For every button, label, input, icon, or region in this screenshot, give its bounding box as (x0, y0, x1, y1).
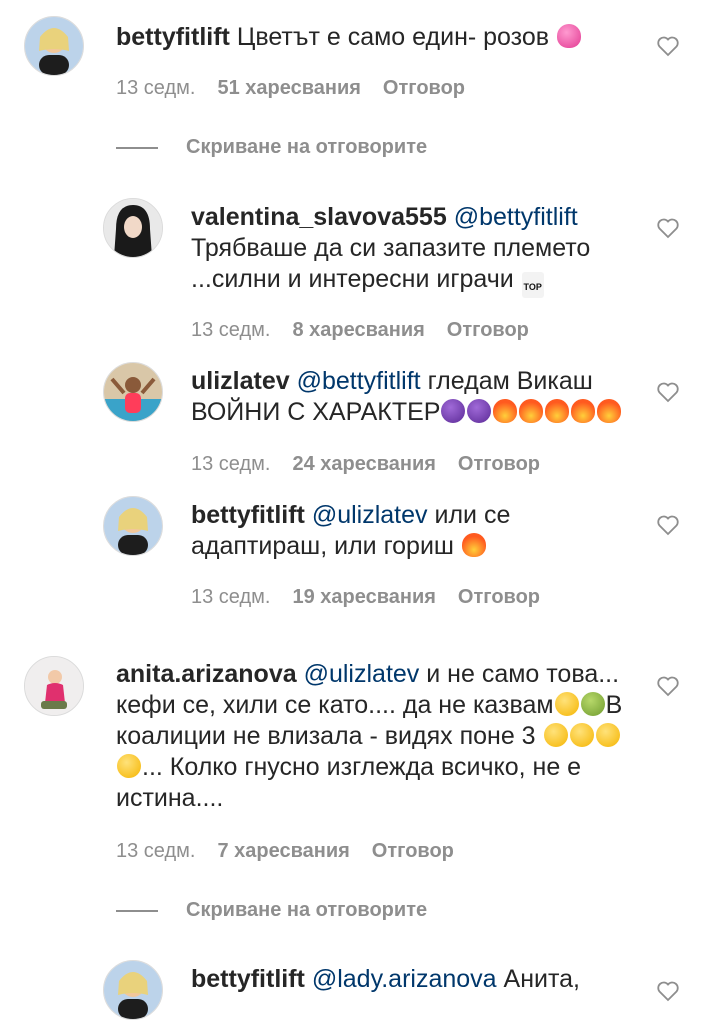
reply-button[interactable]: Отговор (458, 586, 540, 609)
comment-text: bettyfitlift @ulizlatev или се адаптираш… (191, 500, 510, 562)
comment-body-line: адаптираш, или гориш (191, 532, 454, 560)
comment-body-line: истина.... (116, 784, 224, 812)
comment-body-line: ВОЙНИ С ХАРАКТЕР (191, 398, 441, 426)
fire-icon (571, 399, 596, 423)
mention-link[interactable]: @bettyfitlift (454, 203, 578, 231)
confused-face-icon (543, 723, 568, 747)
mention-link[interactable]: @bettyfitlift (297, 367, 421, 395)
comment-time: 13 седм. (116, 77, 196, 99)
likes-count[interactable]: 8 харесвания (292, 319, 424, 342)
reply-button[interactable]: Отговор (372, 840, 454, 863)
top-arrow-icon: TOP (521, 272, 544, 298)
comment-text: ulizlatev @bettyfitlift гледам Викаш ВОЙ… (191, 366, 622, 428)
hide-replies-label: Скриване на отговорите (186, 136, 428, 158)
comment-time: 13 седм. (116, 840, 196, 862)
fire-icon (545, 399, 570, 423)
comment-username[interactable]: ulizlatev (191, 367, 290, 395)
comment-username[interactable]: bettyfitlift (191, 501, 305, 529)
comment-meta: 13 седм. 7 харесвания Отговор (116, 840, 454, 863)
comment-text: bettyfitlift Цветът е само един- розов (116, 22, 582, 53)
hide-replies-button[interactable]: Скриване на отговорите (116, 899, 427, 922)
heart-icon[interactable] (656, 217, 680, 239)
heart-icon[interactable] (656, 35, 680, 57)
hide-replies-label: Скриване на отговорите (186, 899, 428, 921)
confused-face-icon (117, 754, 141, 778)
comment-time: 13 седм. (191, 453, 271, 475)
confused-face-icon (569, 723, 594, 747)
comment-body-line: и не само това... (426, 660, 620, 688)
devil-icon (467, 399, 492, 423)
avatar[interactable] (24, 16, 84, 76)
comment-body-line: ... Колко гнусно изглежда всичко, не е (142, 753, 582, 781)
comment-body-line: гледам Викаш (427, 367, 593, 395)
comment-username[interactable]: bettyfitlift (116, 23, 230, 51)
comment-text: bettyfitlift @lady.arizanova Анита, (191, 964, 580, 995)
likes-count[interactable]: 7 харесвания (217, 840, 349, 863)
fire-icon (461, 533, 486, 557)
avatar[interactable] (103, 960, 163, 1020)
comment-text: anita.arizanova @ulizlatev и не само тов… (116, 659, 622, 814)
comment-body-line: В (605, 691, 623, 719)
comment-body-line: ...силни и интересни играчи (191, 265, 514, 293)
avatar[interactable] (103, 198, 163, 258)
comment-time: 13 седм. (191, 319, 271, 341)
mention-link[interactable]: @ulizlatev (304, 660, 420, 688)
heart-icon[interactable] (656, 381, 680, 403)
mention-link[interactable]: @lady.arizanova (312, 965, 497, 993)
comment-username[interactable]: valentina_slavova555 (191, 203, 447, 231)
likes-count[interactable]: 51 харесвания (217, 77, 360, 100)
mention-link[interactable]: @ulizlatev (312, 501, 428, 529)
comment-body: Цветът е само един- розов (236, 23, 550, 51)
comment-body-line: или се (434, 501, 511, 529)
avatar[interactable] (24, 656, 84, 716)
heart-icon[interactable] (656, 514, 680, 536)
fire-icon (597, 399, 622, 423)
comment-username[interactable]: bettyfitlift (191, 965, 305, 993)
comment-body-line: кефи се, хили се като.... да не казвам (116, 691, 554, 719)
reply-button[interactable]: Отговор (458, 453, 540, 476)
fire-icon (493, 399, 518, 423)
reply-button[interactable]: Отговор (447, 319, 529, 342)
comment-body-line: Трябваше да си запазите племето (191, 234, 591, 262)
comment-body-line: коалиции не влизала - видях поне 3 (116, 722, 536, 750)
sparkling-heart-icon (557, 24, 581, 48)
comment-meta: 13 седм. 8 харесвания Отговор (191, 319, 529, 342)
confused-face-icon (595, 723, 620, 747)
devil-icon (441, 399, 466, 423)
comment-meta: 13 седм. 24 харесвания Отговор (191, 453, 540, 476)
heart-icon[interactable] (656, 675, 680, 697)
likes-count[interactable]: 19 харесвания (292, 586, 435, 609)
comment-username[interactable]: anita.arizanova (116, 660, 297, 688)
comment-meta: 13 седм. 19 харесвания Отговор (191, 586, 540, 609)
comment-meta: 13 седм. 51 харесвания Отговор (116, 77, 465, 100)
confused-face-icon (554, 692, 579, 716)
comment-body-line: Анита, (503, 965, 580, 993)
hide-replies-button[interactable]: Скриване на отговорите (116, 136, 427, 159)
divider (116, 146, 158, 149)
avatar[interactable] (103, 496, 163, 556)
comment-time: 13 седм. (191, 586, 271, 608)
reply-button[interactable]: Отговор (383, 77, 465, 100)
fire-icon (519, 399, 544, 423)
avatar[interactable] (103, 362, 163, 422)
comment-text: valentina_slavova555 @bettyfitlift Трябв… (191, 202, 590, 298)
nauseated-face-icon (580, 692, 605, 716)
divider (116, 909, 158, 912)
likes-count[interactable]: 24 харесвания (292, 453, 435, 476)
heart-icon[interactable] (656, 980, 680, 1002)
